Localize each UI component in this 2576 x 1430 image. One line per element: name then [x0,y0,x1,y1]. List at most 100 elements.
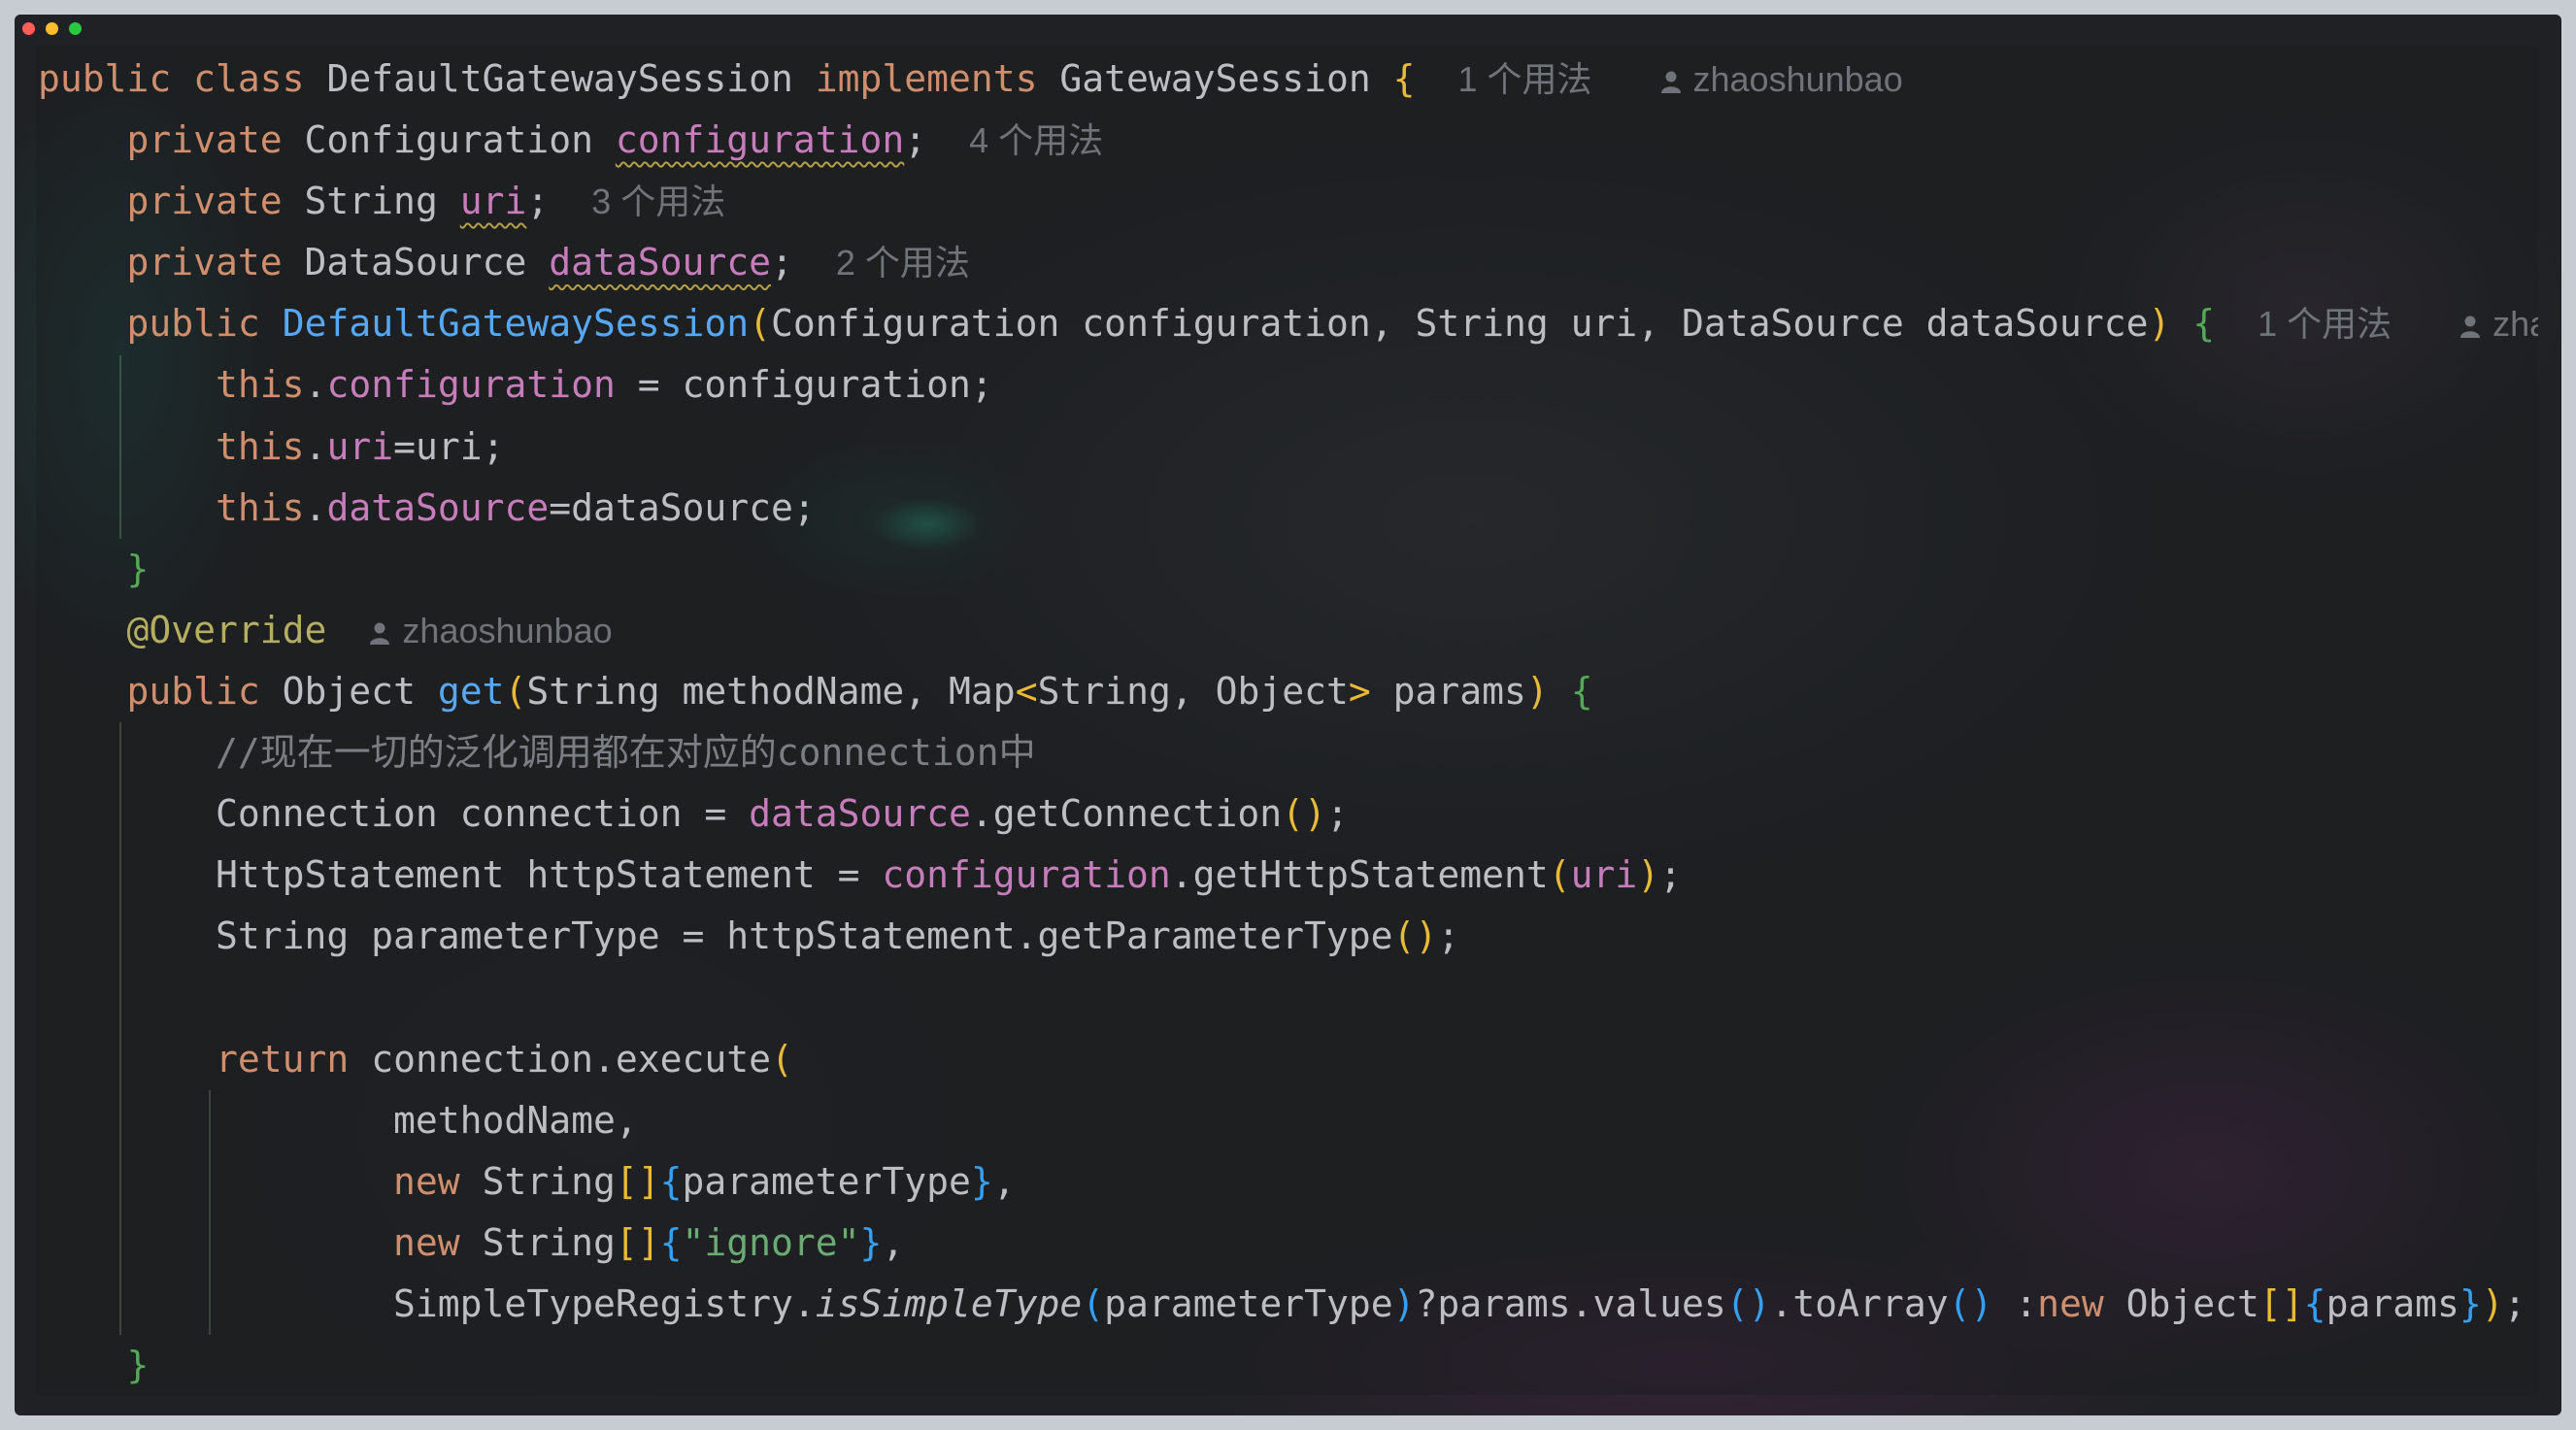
code-token: public [126,302,260,346]
minimize-button[interactable] [46,22,58,35]
code-token: ) [2148,302,2171,346]
author-hint[interactable]: zhaoshunbao [1660,59,1903,99]
code-line[interactable]: public DefaultGatewaySession(Configurati… [38,293,2538,354]
code-token: configuration [615,118,905,162]
code-token: ; [526,180,550,223]
code-token: DefaultGatewaySession [282,302,750,346]
code-token: ) [2481,1281,2504,1325]
code-editor[interactable]: public class DefaultGatewaySession imple… [38,49,2538,1398]
code-token: dataSource [326,485,550,529]
code-line[interactable]: new String[]{"ignore"}, [38,1213,2538,1274]
code-token: "ignore" [682,1220,860,1264]
code-token: isSimpleType [815,1281,1083,1325]
code-token: () [1948,1281,1993,1325]
code-line[interactable]: this.configuration = configuration; [38,354,2538,416]
code-token: } [126,547,150,590]
code-token: { [2192,302,2216,346]
code-line[interactable]: SimpleTypeRegistry.isSimpleType(paramete… [38,1274,2538,1335]
code-token: > [1348,669,1371,713]
code-token: this [216,485,305,529]
code-token: [] [615,1159,660,1203]
code-line[interactable]: } [38,539,2538,600]
code-token: String methodName, Map [526,669,1016,713]
code-token: [] [615,1220,660,1264]
code-token: .getConnection [970,792,1283,836]
code-token: DefaultGatewaySession [304,57,816,100]
code-line[interactable]: return connection.execute( [38,1029,2538,1090]
code-token: ; [1659,853,1683,897]
code-token: String [459,1220,616,1264]
code-line[interactable]: } [38,1335,2538,1396]
code-token: .toArray [1770,1281,1949,1325]
code-token: = configuration; [615,363,993,407]
usages-hint[interactable]: 2 个用法 [836,243,970,283]
code-token: private [126,241,283,284]
author-hint[interactable]: zhaoshunbao [2459,304,2538,344]
code-line[interactable]: this.uri=uri; [38,416,2538,478]
code-token: //现在一切的泛化调用都在对应的connection中 [216,731,1036,775]
code-line[interactable]: this.dataSource=dataSource; [38,478,2538,539]
code-token: configuration [882,853,1171,897]
code-line[interactable]: methodName, [38,1090,2538,1151]
code-line[interactable]: //现在一切的泛化调用都在对应的connection中 [38,722,2538,783]
code-token: methodName, [38,1098,638,1142]
author-name: zhaoshunbao [1692,59,1903,99]
person-icon [370,622,390,645]
code-token: private [126,180,283,223]
usages-count: 4 个用法 [969,120,1104,161]
code-token: this [216,424,305,468]
code-token: () [1392,915,1438,958]
code-line[interactable]: Connection connection = dataSource.getCo… [38,783,2538,845]
code-line[interactable] [38,967,2538,1028]
code-line[interactable]: new String[]{parameterType}, [38,1151,2538,1213]
code-lines: public class DefaultGatewaySession imple… [38,49,2538,1396]
code-line[interactable]: public class DefaultGatewaySession imple… [38,49,2538,110]
code-line[interactable]: private DataSource dataSource; 2 个用法 [38,232,2538,293]
code-line[interactable]: String parameterType = httpStatement.get… [38,906,2538,967]
code-token: String [282,180,460,223]
code-token: get [437,669,505,713]
code-token: return [216,1037,350,1081]
code-token: { [2303,1281,2326,1325]
code-token: String, Object [1037,669,1349,713]
code-token: ?params.values [1415,1281,1726,1325]
usages-hint[interactable]: 1 个用法 [1457,59,1591,99]
code-token: ; [904,118,927,162]
code-token: ( [771,1037,793,1081]
code-line[interactable]: HttpStatement httpStatement = configurat… [38,845,2538,906]
code-line[interactable]: public Object get(String methodName, Map… [38,661,2538,722]
code-token: ( [1082,1281,1105,1325]
code-token: { [1570,669,1593,713]
close-button[interactable] [22,22,35,35]
code-token: private [126,118,283,162]
code-token: Configuration [282,118,616,162]
code-token: ( [749,302,772,346]
code-token: Object [2103,1281,2259,1325]
maximize-button[interactable] [69,22,82,35]
code-token: configuration [326,363,616,407]
author-hint[interactable]: zhaoshunbao [369,611,613,650]
author-name: zhaoshunbao [2492,304,2538,345]
code-line[interactable]: private Configuration configuration; 4 个用… [38,110,2538,171]
code-token: . [304,485,327,529]
code-token: uri [459,180,527,223]
code-token: Connection connection = [38,792,750,836]
code-token: { [659,1159,683,1203]
code-line[interactable]: @Override zhaoshunbao [38,600,2538,661]
code-token: } [2459,1281,2482,1325]
usages-hint[interactable]: 3 个用法 [591,182,725,221]
code-line[interactable]: private String uri; 3 个用法 [38,171,2538,232]
code-token: public [38,57,172,100]
usages-hint[interactable]: 4 个用法 [969,120,1103,160]
usages-hint[interactable]: 1 个用法 [2258,304,2392,344]
